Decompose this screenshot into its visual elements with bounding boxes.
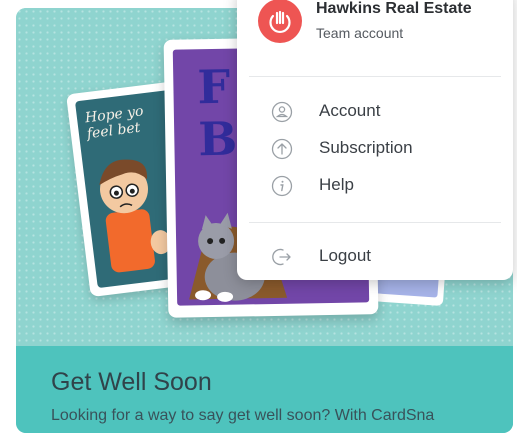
info-circle-icon <box>271 175 293 197</box>
card-title: Get Well Soon <box>51 368 212 396</box>
menu-item-account[interactable]: Account <box>237 95 513 129</box>
card-description: Looking for a way to say get well soon? … <box>51 407 435 424</box>
account-dropdown-menu: Hawkins Real Estate Team account Account… <box>237 0 513 280</box>
team-name: Hawkins Real Estate <box>316 0 472 17</box>
arrow-up-circle-icon <box>271 138 293 160</box>
menu-item-logout[interactable]: Logout <box>237 240 513 274</box>
menu-item-help[interactable]: Help <box>237 169 513 203</box>
description-fade <box>443 402 513 430</box>
team-logo-icon <box>269 10 291 34</box>
user-circle-icon <box>271 101 293 123</box>
menu-item-subscription[interactable]: Subscription <box>237 132 513 166</box>
team-type: Team account <box>316 25 404 41</box>
card-caption: Get Well Soon Looking for a way to say g… <box>16 346 513 433</box>
menu-item-label: Subscription <box>319 138 413 157</box>
menu-item-label: Help <box>319 175 354 194</box>
team-avatar <box>258 0 302 43</box>
logout-label: Logout <box>319 246 371 265</box>
menu-item-label: Account <box>319 101 381 120</box>
menu-divider <box>249 76 501 77</box>
menu-divider <box>249 222 501 223</box>
logout-arrow-icon <box>271 246 293 268</box>
